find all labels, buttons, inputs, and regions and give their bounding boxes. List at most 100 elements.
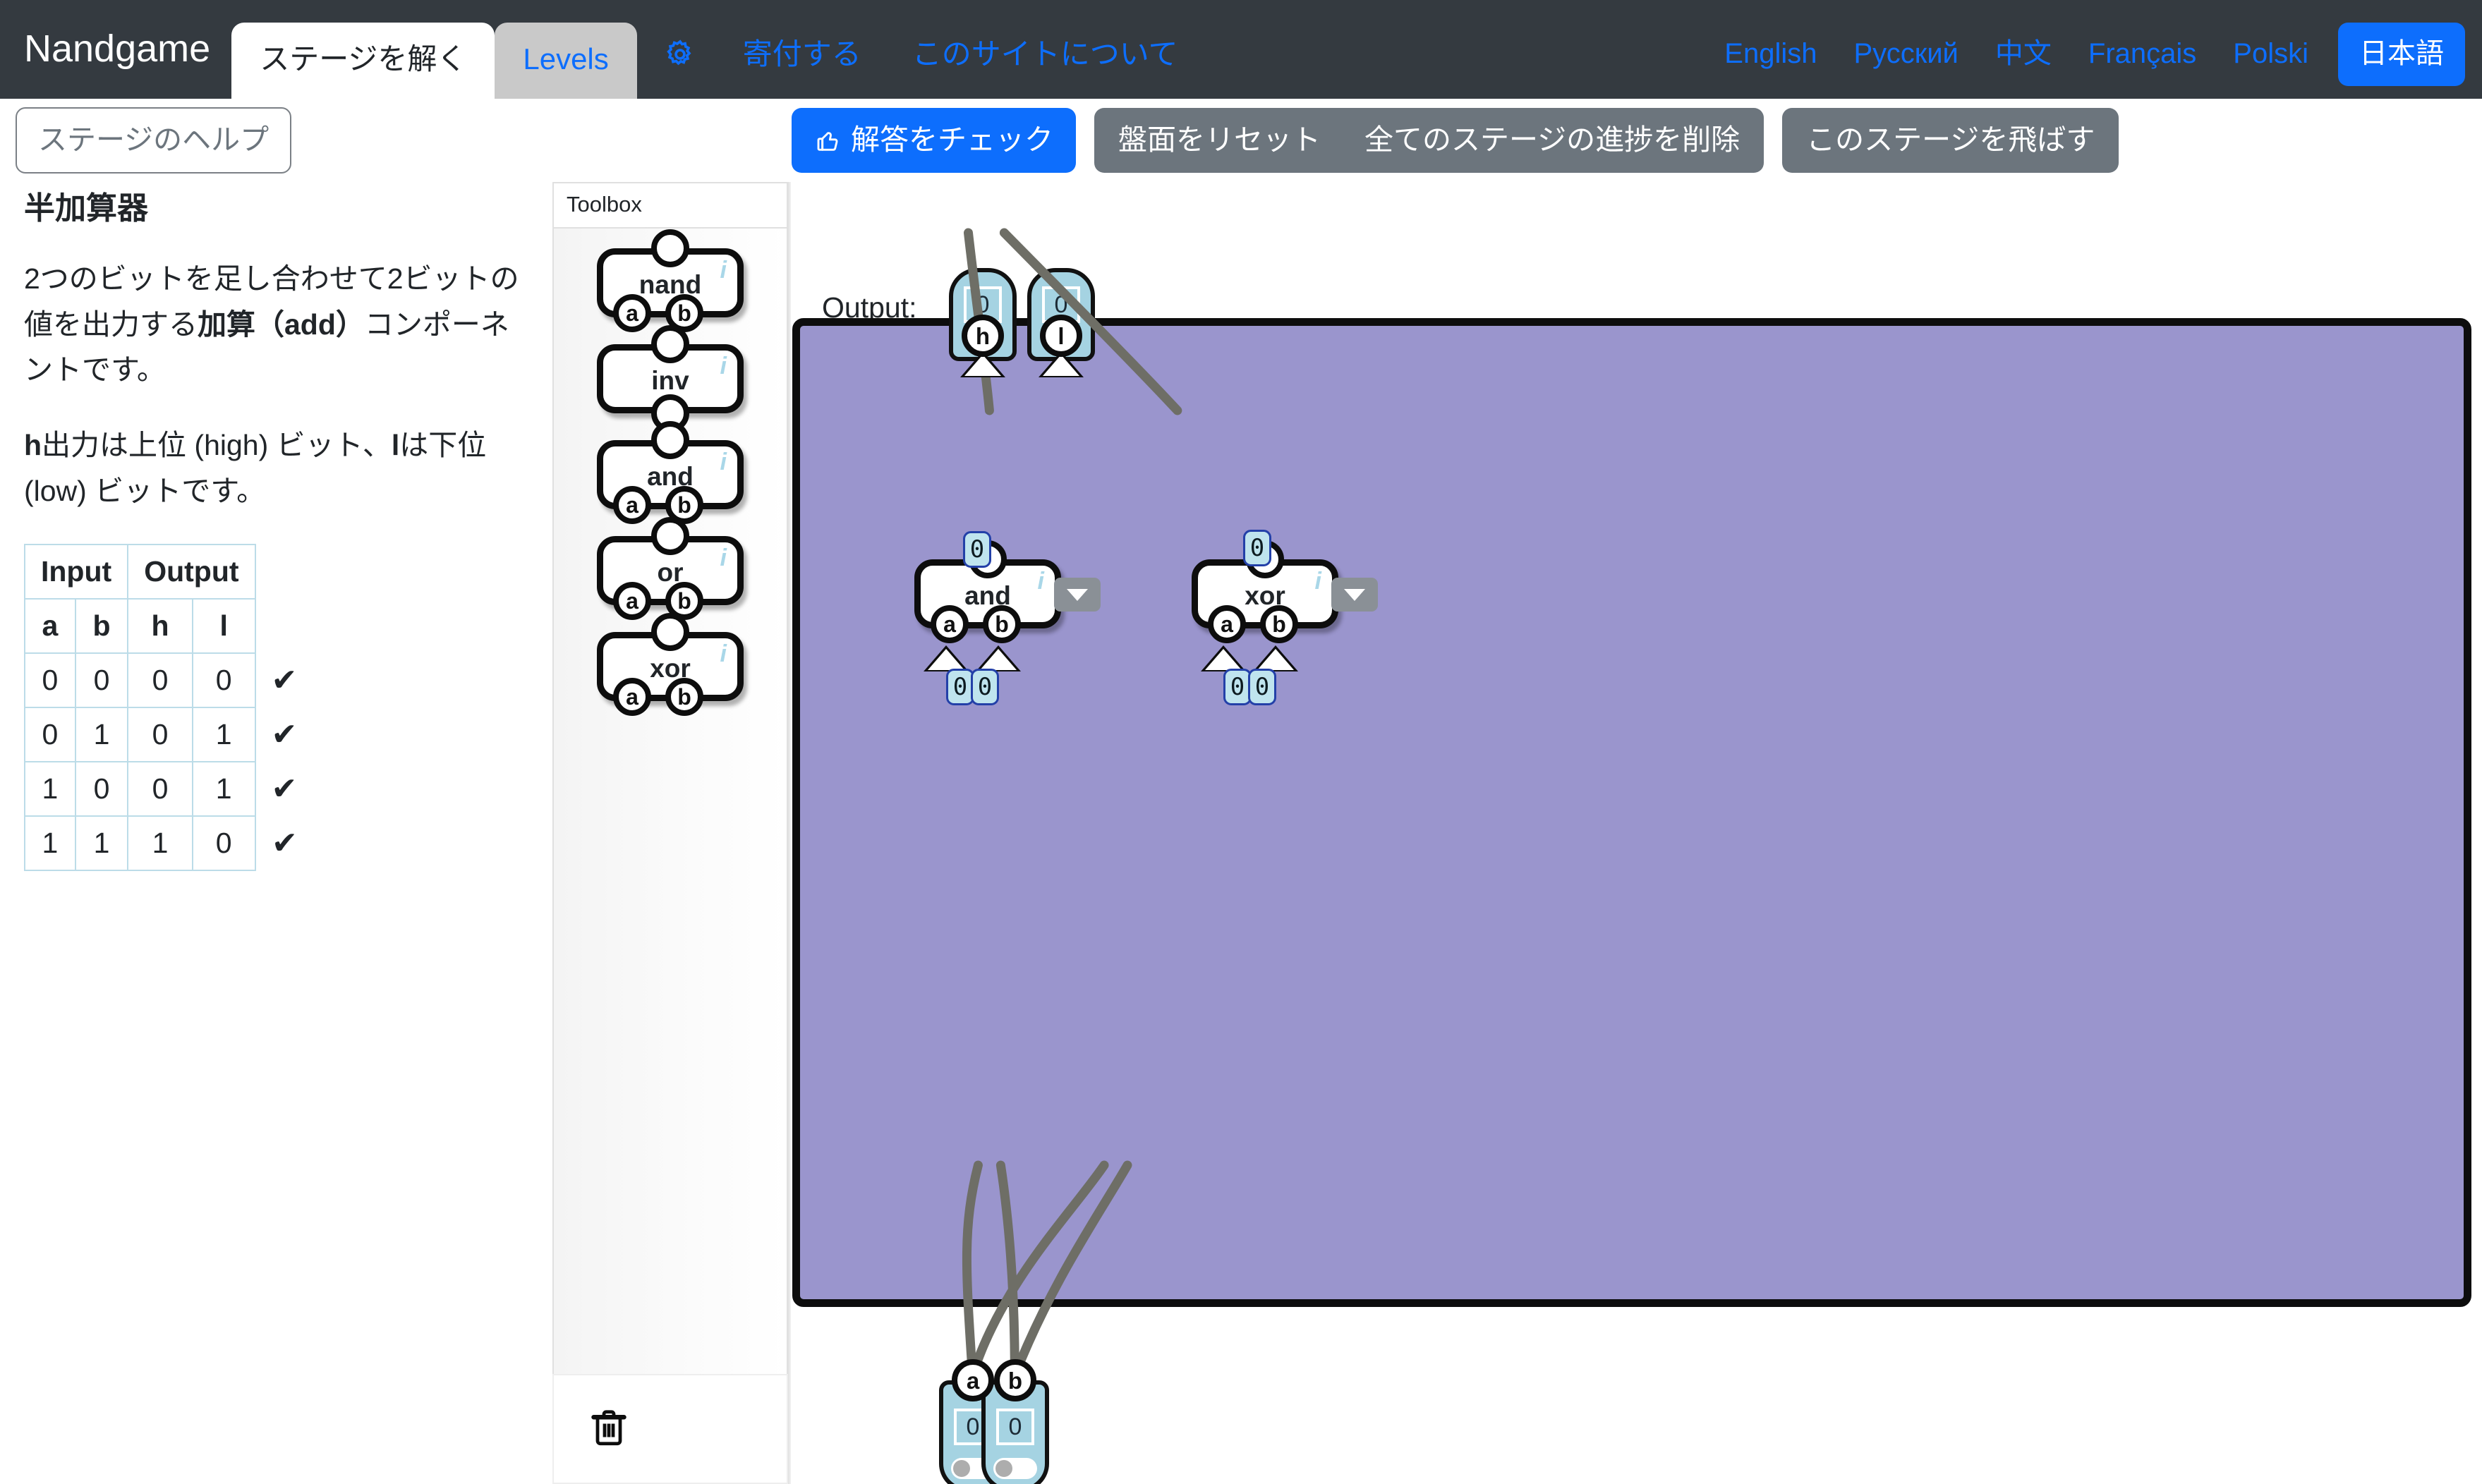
lang-russian[interactable]: Русский	[1835, 39, 1976, 99]
cell-l: 1	[191, 760, 256, 817]
info-icon[interactable]: i	[720, 258, 727, 282]
skip-stage-button[interactable]: このステージを飛ばす	[1782, 108, 2119, 173]
tab-solve-stage[interactable]: ステージを解く	[231, 22, 495, 99]
cell-a: 0	[24, 652, 76, 708]
gate-input-node-b[interactable]: b	[665, 677, 703, 716]
wire-value-and-input-a: 0	[946, 669, 974, 705]
gate-label: inv	[651, 365, 689, 395]
group-header-status	[255, 545, 314, 599]
gate-input-node-a[interactable]: a	[1208, 605, 1246, 643]
input-toggle-b[interactable]	[993, 1458, 1037, 1479]
cell-h: 0	[127, 706, 193, 762]
wire-value-and-output: 0	[963, 531, 991, 568]
reset-board-and-clear-group[interactable]: 盤面をリセット 全てのステージの進捗を削除	[1094, 108, 1764, 173]
gate-input-node-a[interactable]: a	[613, 581, 651, 620]
toolbox-gate-nand[interactable]: i nand a b	[597, 229, 744, 332]
gate-input-node-a[interactable]: a	[613, 293, 651, 332]
board-gate-and[interactable]: i and a b	[914, 540, 1101, 643]
table-group-header-row: Input Output	[23, 543, 314, 599]
nav-link-about[interactable]: このサイトについて	[887, 39, 1204, 99]
gate-label: nand	[638, 269, 702, 299]
lang-japanese-selected[interactable]: 日本語	[2338, 23, 2465, 86]
top-navbar: Nandgame ステージを解く Levels 寄付する このサイトについて E…	[0, 0, 2482, 99]
gate-output-node[interactable]	[651, 612, 689, 651]
status-badge: ✔	[271, 662, 298, 698]
status-badge: ✔	[271, 717, 298, 752]
wire-value-xor-output: 0	[1243, 530, 1271, 566]
trash-icon[interactable]	[588, 1406, 630, 1453]
cell-a: 1	[24, 760, 76, 817]
group-header-output: Output	[127, 543, 256, 599]
gear-icon[interactable]	[637, 38, 718, 99]
cell-b: 0	[74, 652, 129, 708]
and-input-connector-b-inner	[980, 649, 1017, 670]
cell-b: 1	[74, 706, 129, 762]
xor-input-connector-a-inner	[1205, 649, 1242, 670]
toolbox-gate-slot: i inv	[554, 324, 787, 432]
toolbox-gate-or[interactable]: i or a b	[597, 516, 744, 620]
lang-french[interactable]: Français	[2070, 39, 2215, 99]
delete-dropzone[interactable]	[552, 1374, 788, 1484]
toolbox-title: Toolbox	[552, 182, 788, 229]
paragraph-1-bold: 加算（add）	[198, 308, 365, 341]
gate-options-dropdown-xor[interactable]	[1331, 578, 1378, 612]
gate-output-node[interactable]	[651, 516, 689, 555]
reset-board-label: 盤面をリセット	[1118, 123, 1321, 157]
table-row: 1 1 1 0 ✔	[24, 815, 313, 871]
info-icon[interactable]: i	[720, 642, 727, 666]
toolbox-gate-and[interactable]: i and a b	[597, 420, 744, 524]
circuit-board-area[interactable]	[792, 318, 2471, 1307]
circuit-canvas[interactable]: Output: Input: 0 h 0 l	[789, 182, 2482, 1484]
check-solution-label: 解答をチェック	[851, 123, 1053, 157]
tab-levels[interactable]: Levels	[495, 22, 637, 99]
toolbox-gate-inv[interactable]: i inv	[597, 324, 744, 432]
gate-body-and[interactable]: i and a b	[914, 540, 1061, 643]
gate-label: and	[647, 461, 694, 491]
gate-options-dropdown-and[interactable]	[1054, 578, 1101, 612]
toolbox-gate-xor[interactable]: i xor a b	[597, 612, 744, 716]
cell-h: 0	[127, 652, 193, 708]
gate-output-node[interactable]	[651, 324, 689, 363]
output-pin-l[interactable]: l	[1040, 315, 1082, 357]
column-header-b: b	[74, 597, 129, 654]
info-icon[interactable]: i	[1038, 569, 1044, 593]
gate-input-node-b[interactable]: b	[983, 605, 1021, 643]
lang-english[interactable]: English	[1706, 39, 1835, 99]
gate-output-node[interactable]	[651, 229, 689, 267]
gate-input-node-a[interactable]: a	[613, 677, 651, 716]
output-connector-inner-l	[1043, 355, 1079, 376]
gate-output-node[interactable]	[651, 420, 689, 459]
input-pin-a[interactable]: a	[952, 1359, 994, 1401]
board-gate-xor[interactable]: i xor a b	[1192, 540, 1378, 643]
paragraph-2-bold-h: h	[24, 429, 42, 462]
and-input-connector-a-inner	[928, 649, 964, 670]
info-icon[interactable]: i	[720, 546, 727, 570]
check-solution-button[interactable]: 解答をチェック	[792, 108, 1076, 173]
toolbox-gate-list: i nand a b i inv i and a b i or a b i xo…	[552, 228, 788, 1374]
cell-a: 1	[24, 815, 76, 871]
input-pin-b[interactable]: b	[994, 1359, 1036, 1401]
app-brand: Nandgame	[24, 28, 211, 70]
gate-input-node-a[interactable]: a	[613, 485, 651, 524]
gate-input-node-b[interactable]: b	[1260, 605, 1298, 643]
table-row: 0 1 0 1 ✔	[24, 706, 313, 762]
chevron-down-icon	[1344, 588, 1365, 601]
info-icon[interactable]: i	[720, 450, 727, 474]
stage-description-panel: 半加算器 2つのビットを足し合わせて2ビットの値を出力する加算（add）コンポー…	[0, 182, 550, 1484]
status-badge: ✔	[272, 825, 298, 860]
status-badge: ✔	[271, 771, 298, 806]
wire-value-and-input-b: 0	[971, 669, 999, 705]
page-title: 半加算器	[24, 191, 148, 226]
stage-help-button[interactable]: ステージのヘルプ	[16, 107, 292, 174]
nav-link-donate[interactable]: 寄付する	[718, 39, 887, 99]
gate-body-xor[interactable]: i xor a b	[1192, 540, 1338, 643]
lang-chinese[interactable]: 中文	[1977, 39, 2070, 99]
gate-input-node-a[interactable]: a	[931, 605, 969, 643]
info-icon[interactable]: i	[1315, 569, 1321, 593]
info-icon[interactable]: i	[720, 354, 727, 378]
output-pin-h[interactable]: h	[962, 315, 1004, 357]
action-toolbar: ステージのヘルプ 解答をチェック 盤面をリセット 全てのステージの進捗を削除 こ…	[0, 99, 2482, 182]
toggle-knob	[995, 1460, 1012, 1477]
lang-polish[interactable]: Polski	[2215, 39, 2327, 99]
toolbox-gate-slot: i nand a b	[554, 229, 787, 332]
